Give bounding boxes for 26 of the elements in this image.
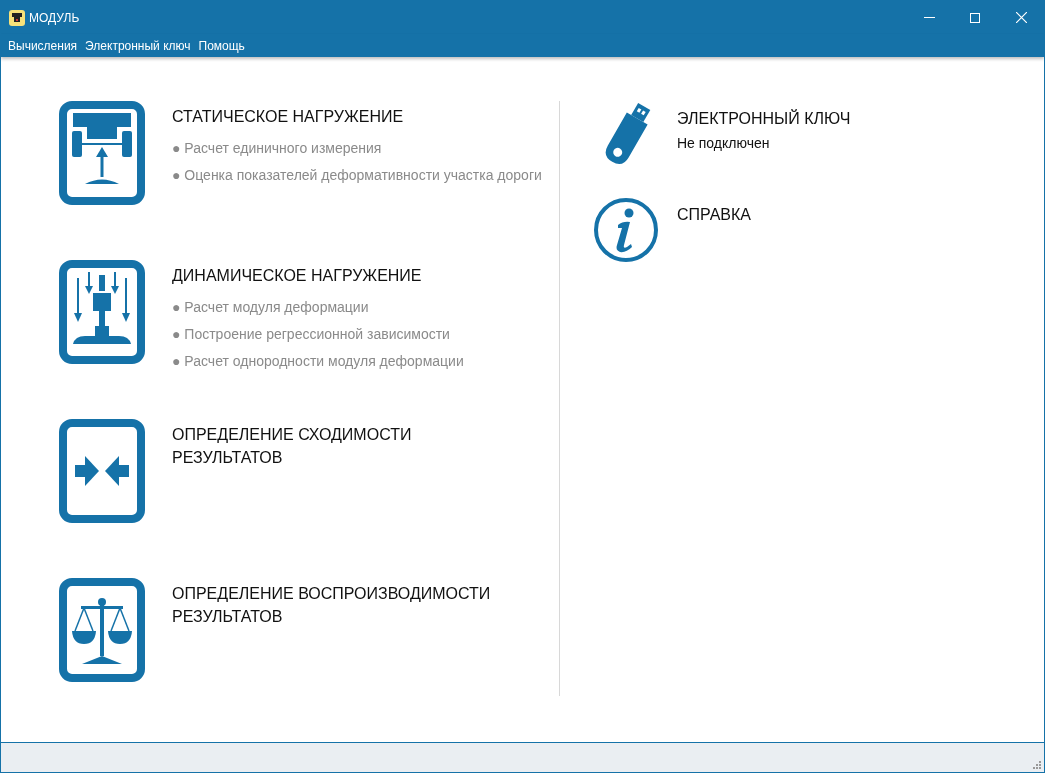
app-logo-icon xyxy=(9,9,25,26)
section-link[interactable]: ● Оценка показателей деформативности участка дороги xyxy=(172,165,542,185)
maximize-icon[interactable] xyxy=(970,12,980,23)
section-link[interactable]: ● Построение регрессионной зависимости xyxy=(172,324,512,344)
menu-item[interactable]: Помощь xyxy=(194,36,249,55)
section-title[interactable]: СПРАВКА xyxy=(677,203,751,226)
menu-item[interactable]: Вычисления xyxy=(4,36,82,55)
converging-arrows-icon[interactable] xyxy=(59,419,145,523)
section-link[interactable]: ● Расчет однородности модуля деформации xyxy=(172,351,512,371)
minimize-icon[interactable] xyxy=(923,17,935,18)
info-icon[interactable] xyxy=(593,197,659,263)
scales-icon[interactable] xyxy=(59,578,145,682)
section-link[interactable]: ● Расчет модуля деформации xyxy=(172,297,512,317)
section-title[interactable]: ДИНАМИЧЕСКОЕ НАГРУЖЕНИЕ xyxy=(172,264,512,287)
falling-weight-icon[interactable] xyxy=(59,260,145,364)
key-status: Не подключен xyxy=(677,134,771,153)
section-title[interactable]: ОПРЕДЕЛЕНИЕ СХОДИМОСТИ РЕЗУЛЬТАТОВ xyxy=(172,423,512,469)
close-icon[interactable] xyxy=(1015,12,1027,23)
section-link[interactable]: ● Расчет единичного измерения xyxy=(172,138,542,158)
load-press-icon[interactable] xyxy=(59,101,145,205)
section-title[interactable]: ОПРЕДЕЛЕНИЕ ВОСПРОИЗВОДИМОСТИ РЕЗУЛЬТАТОВ xyxy=(172,582,512,628)
resize-grip-icon[interactable] xyxy=(1033,761,1041,769)
window-title: МОДУЛЬ xyxy=(29,9,80,27)
menu-item[interactable]: Электронный ключ xyxy=(81,36,195,55)
section-title[interactable]: СТАТИЧЕСКОЕ НАГРУЖЕНИЕ xyxy=(172,105,512,128)
section-title[interactable]: ЭЛЕКТРОННЫЙ КЛЮЧ xyxy=(677,107,851,130)
